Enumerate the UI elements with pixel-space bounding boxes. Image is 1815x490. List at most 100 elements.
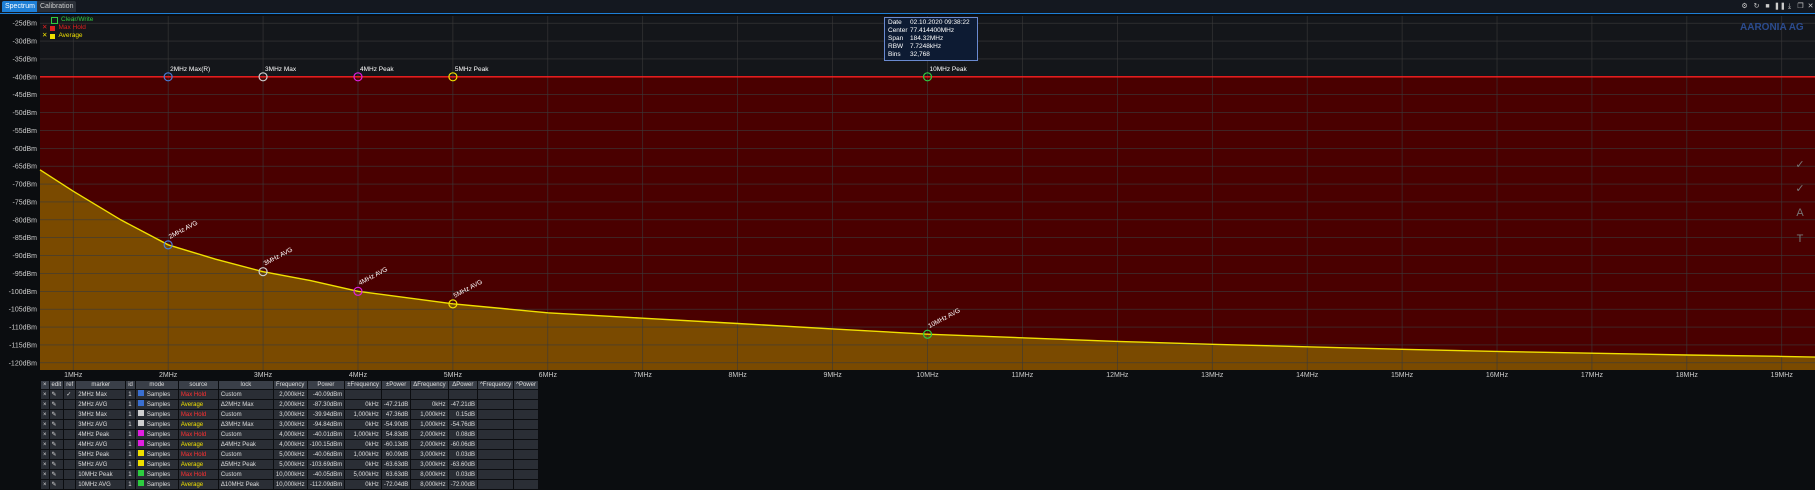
ref-check[interactable] [63, 429, 77, 440]
column-header: ^Frequency [476, 380, 515, 390]
source: Max Hold [177, 389, 219, 400]
delete-icon[interactable]: × [40, 469, 50, 480]
delta-frequency [410, 389, 449, 400]
peak-power [513, 479, 539, 490]
delta-power: 0.15dB [447, 409, 478, 420]
column-header: marker [75, 380, 127, 390]
marker-label: 3MHz Max [265, 66, 297, 73]
delete-icon[interactable]: × [40, 439, 50, 450]
delete-icon[interactable]: × [40, 419, 50, 430]
marker-row[interactable]: × ✎ 10MHz AVG 1 Samples Average Δ10MHz Peak 10,… [40, 479, 539, 490]
ref-check[interactable] [63, 469, 77, 480]
peak-frequency [476, 469, 515, 480]
close-icon[interactable]: ✕ [1806, 2, 1815, 11]
marker-row[interactable]: × ✎ 4MHz Peak 1 Samples Max Hold Custom 4,000kH… [40, 429, 539, 440]
edit-icon[interactable]: ✎ [48, 399, 65, 410]
spectrum-plot[interactable]: -25dBm -30dBm -35dBm -40dBm -45dBm -50dBm -55d… [0, 14, 1815, 378]
edit-icon[interactable]: ✎ [48, 389, 65, 400]
marker-color-swatch[interactable] [137, 460, 144, 466]
tab-spectrum[interactable]: Spectrum [2, 1, 38, 12]
font-size-icon[interactable]: A [1790, 207, 1810, 227]
column-header: × [40, 380, 50, 390]
marker-id: 1 [125, 419, 136, 430]
marker-color-swatch[interactable] [137, 410, 144, 416]
delete-icon[interactable]: × [40, 409, 50, 420]
marker-row[interactable]: × ✎ ✓ 2MHz Max 1 Samples Max Hold Custom 2,000kH… [40, 389, 539, 400]
edit-icon[interactable]: ✎ [48, 409, 65, 420]
edit-icon[interactable]: ✎ [48, 469, 65, 480]
checkbox-icon[interactable]: ✕ [42, 32, 47, 40]
ref-check[interactable] [63, 399, 77, 410]
legend-clear-write[interactable]: Clear/Write [42, 16, 93, 24]
plus-power: 63.63dB [380, 469, 412, 480]
marker-id: 1 [125, 399, 136, 410]
tab-bar: Spectrum Calibration ⚙ ↻ ■ ❚❚ ⤓ ❐ ✕ [0, 0, 1815, 14]
x-tick-label: 11MHz [1012, 372, 1034, 378]
legend-average-swatch [50, 33, 56, 39]
marker-color-swatch[interactable] [137, 480, 144, 486]
marker-color-swatch[interactable] [137, 420, 144, 426]
sweep-info-box: Date 02.10.2020 09:38:22 Center 77.414400M… [884, 17, 978, 61]
delete-icon[interactable]: × [40, 449, 50, 460]
marker-row[interactable]: × ✎ 10MHz Peak 1 Samples Max Hold Custom 10,000… [40, 469, 539, 480]
legend-max-hold[interactable]: ✕ Max Hold [42, 24, 93, 32]
power: -87.30dBm [306, 399, 346, 410]
marker-id: 1 [125, 409, 136, 420]
delete-icon[interactable]: × [40, 429, 50, 440]
refresh-icon[interactable]: ↻ [1752, 2, 1761, 11]
column-header: source [177, 380, 219, 390]
marker-color-swatch[interactable] [137, 390, 144, 396]
power: -100.15dBm [306, 439, 346, 450]
mode: Samples [134, 409, 179, 420]
marker-color-swatch[interactable] [137, 430, 144, 436]
ref-check[interactable] [63, 409, 77, 420]
marker-color-swatch[interactable] [137, 450, 144, 456]
ref-check[interactable] [63, 459, 77, 470]
marker-id: 1 [125, 389, 136, 400]
marker-row[interactable]: × ✎ 3MHz AVG 1 Samples Average Δ3MHz Max 3,000k… [40, 419, 539, 430]
plus-power: -60.13dB [380, 439, 412, 450]
restore-icon[interactable]: ❐ [1796, 2, 1805, 11]
gear-icon[interactable]: ⚙ [1740, 2, 1749, 11]
delete-icon[interactable]: × [40, 389, 50, 400]
edit-icon[interactable]: ✎ [48, 459, 65, 470]
delete-icon[interactable]: × [40, 479, 50, 490]
legend-average[interactable]: ✕ Average [42, 32, 93, 40]
edit-icon[interactable]: ✎ [48, 449, 65, 460]
stop-icon[interactable]: ■ [1763, 2, 1772, 11]
pause-icon[interactable]: ❚❚ [1774, 2, 1786, 11]
marker-row[interactable]: × ✎ 3MHz Max 1 Samples Max Hold Custom 3,000kHz… [40, 409, 539, 420]
ref-check[interactable] [63, 449, 77, 460]
marker-color-swatch[interactable] [137, 470, 144, 476]
delete-icon[interactable]: × [40, 459, 50, 470]
ref-check[interactable] [63, 439, 77, 450]
edit-icon[interactable]: ✎ [48, 429, 65, 440]
marker-row[interactable]: × ✎ 2MHz AVG 1 Samples Average Δ2MHz Max 2,000k… [40, 399, 539, 410]
plus-frequency: 1,000kHz [344, 449, 382, 460]
tab-calibration[interactable]: Calibration [37, 1, 77, 12]
checkbox-icon[interactable]: ✕ [42, 24, 47, 32]
marker-row[interactable]: × ✎ 5MHz AVG 1 Samples Average Δ5MHz Peak 5,000… [40, 459, 539, 470]
edit-icon[interactable]: ✎ [48, 439, 65, 450]
marker-row[interactable]: × ✎ 5MHz Peak 1 Samples Max Hold Custom 5,000kH… [40, 449, 539, 460]
checkmark-icon[interactable]: ✓ [1790, 182, 1810, 202]
mode-label: Samples [146, 482, 171, 488]
ref-check[interactable] [63, 479, 77, 490]
delete-icon[interactable]: × [40, 399, 50, 410]
edit-icon[interactable]: ✎ [48, 419, 65, 430]
checkmark-icon[interactable]: ✓ [1790, 158, 1810, 178]
marker-color-swatch[interactable] [137, 440, 144, 446]
marker-row[interactable]: × ✎ 4MHz AVG 1 Samples Average Δ4MHz Peak 4,000… [40, 439, 539, 450]
marker-color-swatch[interactable] [137, 400, 144, 406]
edit-icon[interactable]: ✎ [48, 479, 65, 490]
lock: Δ2MHz Max [217, 399, 274, 410]
x-tick-label: 9MHz [823, 372, 842, 378]
peak-frequency [476, 419, 515, 430]
delta-power: -63.60dB [447, 459, 478, 470]
y-tick-label: -115dBm [9, 342, 37, 349]
ref-check[interactable]: ✓ [63, 389, 77, 400]
text-icon[interactable]: T [1790, 233, 1810, 253]
info-row-center: Center 77.414400MHz [888, 27, 955, 34]
ref-check[interactable] [63, 419, 77, 430]
download-icon[interactable]: ⤓ [1785, 2, 1794, 11]
